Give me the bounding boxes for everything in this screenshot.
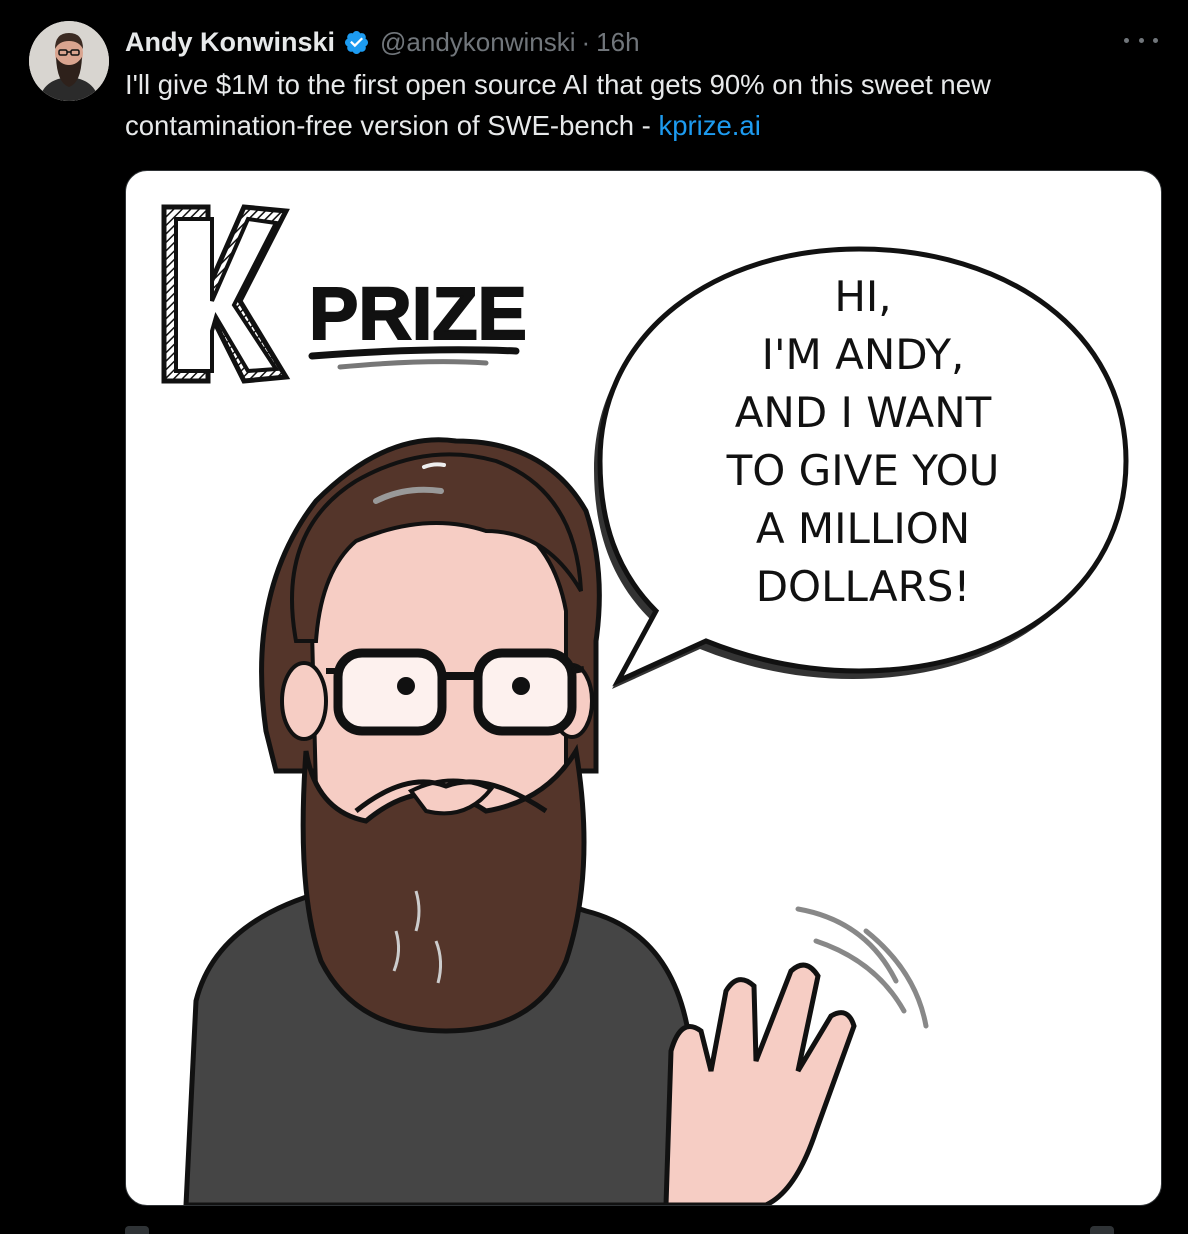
speech-bubble: HI, I'M ANDY, AND I WANT TO GIVE YOU A M…	[594, 246, 1129, 689]
avatar-image	[29, 21, 109, 101]
verified-badge-icon	[343, 29, 370, 56]
tweet-header: Andy Konwinski @andykonwinski · 16h	[125, 26, 640, 58]
speech-line-4: TO GIVE YOU	[726, 446, 1000, 495]
logo-word: PRIZE	[309, 272, 527, 355]
separator-dot: ·	[581, 26, 591, 57]
tweet-body-text: I'll give $1M to the first open source A…	[125, 69, 991, 141]
speech-line-2: I'M ANDY,	[762, 330, 965, 379]
tweet-timestamp[interactable]: 16h	[596, 27, 639, 58]
author-name[interactable]: Andy Konwinski	[125, 27, 335, 58]
speech-line-1: HI,	[834, 272, 891, 321]
tweet-text: I'll give $1M to the first open source A…	[125, 64, 1145, 146]
speech-line-5: A MILLION	[756, 504, 970, 553]
speech-line-6: DOLLARS!	[756, 562, 971, 611]
author-handle[interactable]: @andykonwinski	[380, 27, 575, 58]
kprize-logo: K PRIZE	[161, 204, 528, 384]
more-options-icon[interactable]	[1124, 30, 1158, 50]
tweet-link[interactable]: kprize.ai	[658, 110, 760, 141]
author-avatar[interactable]	[29, 21, 109, 101]
speech-line-3: AND I WANT	[735, 388, 992, 437]
tweet-media-image[interactable]: K PRIZE HI, I'M ANDY, AND I WANT TO GIVE…	[125, 170, 1162, 1206]
cartoon-illustration: K PRIZE HI, I'M ANDY, AND I WANT TO GIVE…	[161, 204, 1129, 1205]
action-bar-edge-right	[1090, 1226, 1114, 1234]
tweet: Andy Konwinski @andykonwinski · 16h I'll…	[0, 0, 1188, 1234]
action-bar-edge-left	[125, 1226, 149, 1234]
